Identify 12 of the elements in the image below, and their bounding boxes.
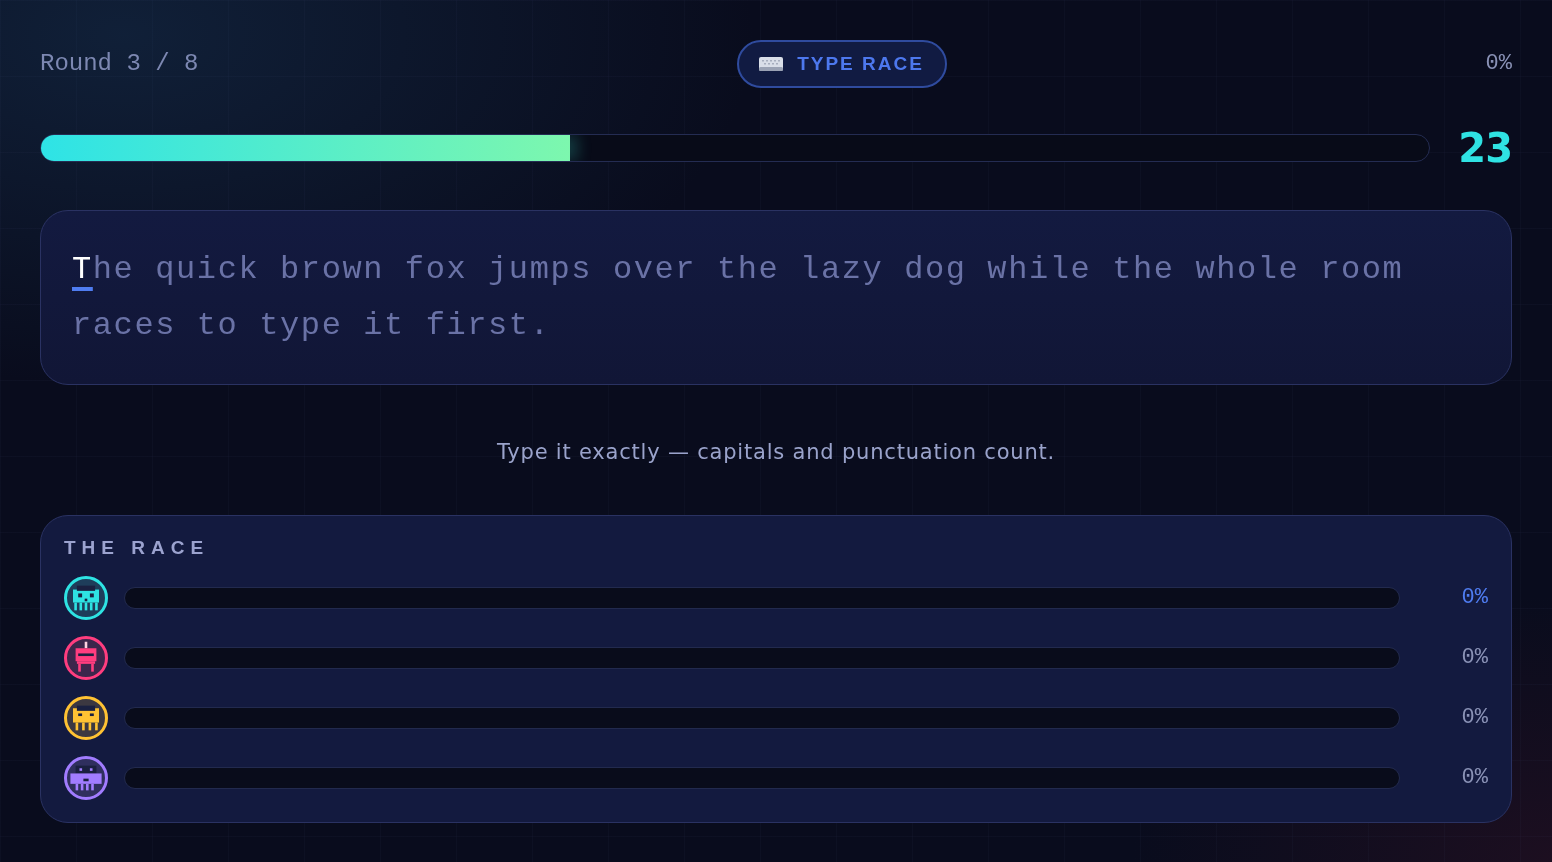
racer-percent: 0%	[1460, 764, 1488, 792]
progress-percent: 0%	[1485, 50, 1512, 78]
hint-text: Type it exactly — capitals and punctuation count.	[496, 439, 1056, 466]
racer-percent: 0%	[1460, 704, 1488, 732]
racer-percent: 0%	[1460, 644, 1488, 672]
badge-label: TYPE RACE	[797, 52, 924, 76]
racer-percent: 0%	[1460, 584, 1488, 612]
timer-seconds: 23	[1458, 126, 1512, 170]
round-counter: Round 3 / 8	[40, 49, 199, 79]
keyboard-icon	[759, 57, 784, 71]
race-title: THE RACE	[64, 536, 210, 560]
prompt-text: The quick brown fox jumps over the lazy dog while the whole room races to type it first.	[72, 250, 1405, 346]
